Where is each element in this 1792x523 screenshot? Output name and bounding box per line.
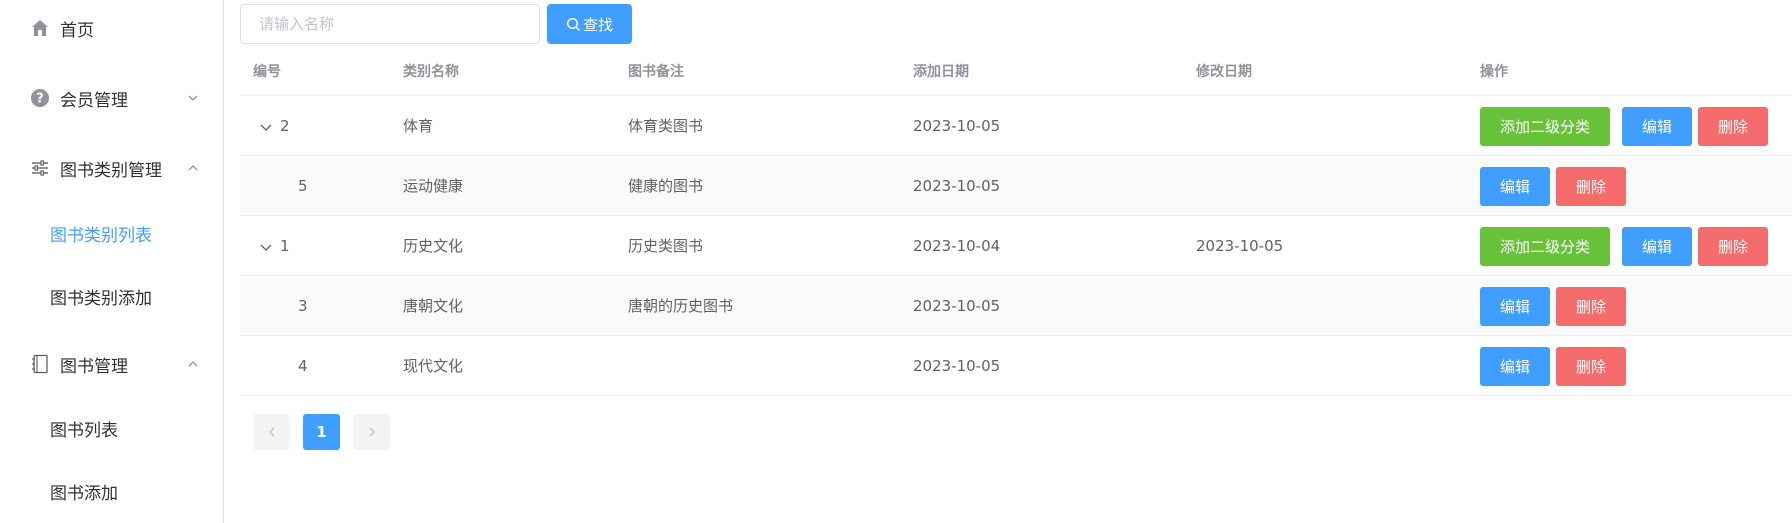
sidebar-item-label: 图书列表 — [50, 420, 118, 441]
cell-name: 历史文化 — [403, 237, 464, 255]
sidebar-item-label: 图书添加 — [50, 483, 118, 504]
cell-note: 历史类图书 — [628, 237, 704, 255]
sidebar-item-category-mgmt[interactable]: 图书类别管理 — [0, 140, 224, 196]
cell-name: 运动健康 — [403, 177, 464, 195]
sidebar-item-label: 首页 — [60, 20, 94, 41]
table-row: 2 体育 体育类图书 2023-10-05 添加二级分类 编辑 删除 — [240, 96, 1792, 156]
cell-added-date: 2023-10-04 — [913, 237, 1001, 255]
sidebar-item-label: 图书类别管理 — [60, 160, 162, 181]
chevron-down-icon[interactable] — [259, 239, 273, 253]
category-table: 编号 类别名称 图书备注 添加日期 修改日期 操作 2 体育 体育类图书 202… — [240, 50, 1792, 396]
sidebar-item-category-list[interactable]: 图书类别列表 — [0, 205, 224, 261]
sidebar-item-members[interactable]: ? 会员管理 — [0, 70, 224, 126]
sidebar-item-book-list[interactable]: 图书列表 — [0, 400, 224, 456]
add-subcategory-button[interactable]: 添加二级分类 — [1480, 107, 1610, 146]
sidebar-item-home[interactable]: 首页 — [0, 0, 224, 56]
column-header: 编号 — [253, 64, 281, 80]
delete-button[interactable]: 删除 — [1556, 347, 1626, 386]
cell-id: 5 — [298, 177, 308, 195]
page-number[interactable]: 1 — [303, 414, 340, 450]
sidebar-item-book-add[interactable]: 图书添加 — [0, 463, 224, 519]
search-button-label: 查找 — [582, 15, 613, 34]
chevron-down-icon[interactable] — [259, 119, 273, 133]
notebook-icon — [29, 353, 51, 375]
sidebar: 首页 ? 会员管理 图书类别管理 图书类别列表 图书类别添加 图书管理 图书列表… — [0, 0, 224, 523]
chevron-down-icon — [186, 91, 200, 105]
column-header: 修改日期 — [1196, 64, 1252, 80]
column-header: 类别名称 — [403, 64, 459, 80]
chevron-up-icon — [186, 357, 200, 371]
delete-button[interactable]: 删除 — [1698, 227, 1768, 266]
table-row: 4 现代文化 2023-10-05 编辑 删除 — [240, 336, 1792, 396]
chevron-up-icon — [186, 161, 200, 175]
question-icon: ? — [29, 87, 51, 109]
edit-button[interactable]: 编辑 — [1480, 167, 1550, 206]
add-subcategory-button[interactable]: 添加二级分类 — [1480, 227, 1610, 266]
cell-id: 3 — [298, 297, 308, 315]
delete-button[interactable]: 删除 — [1698, 107, 1768, 146]
cell-added-date: 2023-10-05 — [913, 177, 1001, 195]
edit-button[interactable]: 编辑 — [1622, 227, 1692, 266]
sidebar-item-book-mgmt[interactable]: 图书管理 — [0, 336, 224, 392]
column-header: 操作 — [1480, 64, 1508, 80]
sidebar-item-label: 会员管理 — [60, 90, 128, 111]
column-header: 添加日期 — [913, 64, 969, 80]
search-icon — [566, 17, 581, 32]
main-content: 查找 编号 类别名称 图书备注 添加日期 修改日期 操作 2 体育 体育类图书 … — [240, 0, 1792, 523]
edit-button[interactable]: 编辑 — [1480, 287, 1550, 326]
cell-added-date: 2023-10-05 — [913, 297, 1001, 315]
cell-name: 唐朝文化 — [403, 297, 464, 315]
cell-id: 4 — [298, 357, 308, 375]
cell-name: 现代文化 — [403, 357, 464, 375]
cell-added-date: 2023-10-05 — [913, 357, 1001, 375]
column-header: 图书备注 — [628, 64, 684, 80]
cell-name: 体育 — [403, 117, 434, 135]
next-page-button[interactable] — [353, 414, 390, 450]
cell-id: 2 — [280, 117, 290, 135]
cell-added-date: 2023-10-05 — [913, 117, 1001, 135]
delete-button[interactable]: 删除 — [1556, 287, 1626, 326]
cell-note: 唐朝的历史图书 — [628, 297, 734, 315]
cell-id: 1 — [280, 237, 290, 255]
cell-modified-date: 2023-10-05 — [1196, 237, 1284, 255]
table-row: 5 运动健康 健康的图书 2023-10-05 编辑 删除 — [240, 156, 1792, 216]
table-row: 1 历史文化 历史类图书 2023-10-04 2023-10-05 添加二级分… — [240, 216, 1792, 276]
table-header: 编号 类别名称 图书备注 添加日期 修改日期 操作 — [240, 50, 1792, 96]
edit-button[interactable]: 编辑 — [1622, 107, 1692, 146]
search-button[interactable]: 查找 — [547, 4, 632, 44]
svg-text:?: ? — [36, 92, 44, 107]
sidebar-item-label: 图书管理 — [60, 356, 128, 377]
sliders-icon — [29, 157, 51, 179]
cell-note: 健康的图书 — [628, 177, 704, 195]
home-icon — [29, 17, 51, 39]
chevron-right-icon — [366, 426, 378, 438]
delete-button[interactable]: 删除 — [1556, 167, 1626, 206]
prev-page-button[interactable] — [253, 414, 290, 450]
sidebar-item-label: 图书类别列表 — [50, 225, 152, 246]
table-row: 3 唐朝文化 唐朝的历史图书 2023-10-05 编辑 删除 — [240, 276, 1792, 336]
search-input[interactable] — [240, 4, 540, 44]
sidebar-item-category-add[interactable]: 图书类别添加 — [0, 268, 224, 324]
edit-button[interactable]: 编辑 — [1480, 347, 1550, 386]
chevron-left-icon — [266, 426, 278, 438]
cell-note: 体育类图书 — [628, 117, 704, 135]
sidebar-item-label: 图书类别添加 — [50, 288, 152, 309]
